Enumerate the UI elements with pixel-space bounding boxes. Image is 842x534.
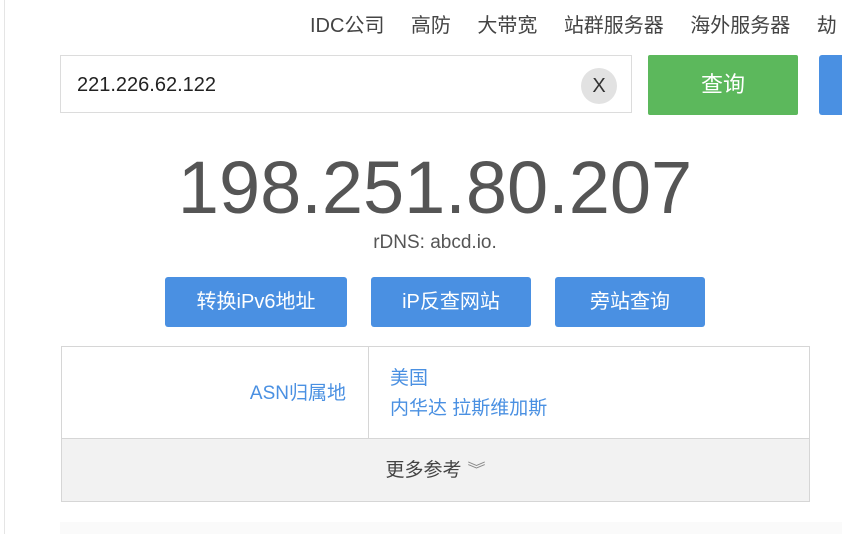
page-left-border xyxy=(4,0,5,534)
double-chevron-down-icon: ︾ xyxy=(467,461,486,479)
location-region[interactable]: 内华达 拉斯维加斯 xyxy=(390,394,547,424)
nav-item-bandwidth[interactable]: 大带宽 xyxy=(477,12,537,40)
sibling-site-lookup-button[interactable]: 旁站查询 xyxy=(555,277,705,327)
more-reference-toggle[interactable]: 更多参考 ︾ xyxy=(62,439,809,501)
clear-input-button[interactable]: X xyxy=(581,68,617,104)
nav-item-ddos[interactable]: 高防 xyxy=(411,12,451,40)
asn-label-cell: ASN归属地 xyxy=(62,347,369,438)
ip-address-heading: 198.251.80.207 xyxy=(177,146,693,229)
rdns-text: rDNS: abcd.io. xyxy=(373,232,497,253)
ip-info-table: ASN归属地 美国 内华达 拉斯维加斯 更多参考 ︾ xyxy=(61,346,810,502)
nav-item-idc[interactable]: IDC公司 xyxy=(310,12,384,40)
ip-search-input[interactable] xyxy=(75,56,569,114)
convert-ipv6-button[interactable]: 转换iPv6地址 xyxy=(165,277,347,327)
search-box: X xyxy=(60,55,632,114)
nav-item-site-group-server[interactable]: 站群服务器 xyxy=(564,12,664,40)
nav-item-truncated[interactable]: 劫 xyxy=(817,12,837,40)
nav-item-overseas-server[interactable]: 海外服务器 xyxy=(690,12,790,40)
top-navigation: IDC公司 高防 大带宽 站群服务器 海外服务器 劫 xyxy=(310,12,842,40)
side-action-button[interactable] xyxy=(819,55,842,115)
asn-label[interactable]: ASN归属地 xyxy=(250,378,346,405)
bottom-strip xyxy=(60,522,842,534)
more-reference-label: 更多参考 xyxy=(385,460,462,481)
asn-value-cell: 美国 内华达 拉斯维加斯 xyxy=(390,364,547,424)
location-country[interactable]: 美国 xyxy=(390,364,547,394)
query-button[interactable]: 查询 xyxy=(648,55,798,115)
table-row-asn: ASN归属地 美国 内华达 拉斯维加斯 xyxy=(62,347,809,439)
reverse-ip-lookup-button[interactable]: iP反查网站 xyxy=(371,277,531,327)
